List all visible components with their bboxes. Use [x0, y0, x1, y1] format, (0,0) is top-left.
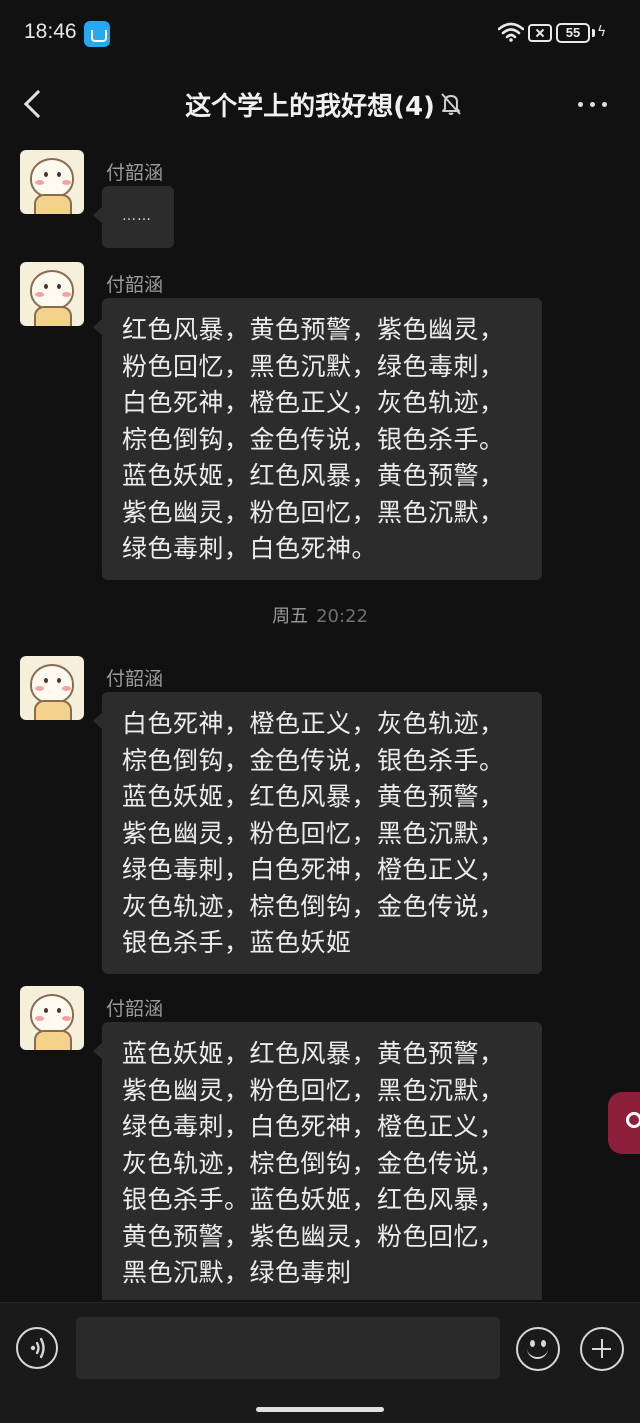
avatar-face	[30, 664, 74, 704]
avatar-blush	[62, 180, 71, 185]
avatar-blush	[62, 1016, 71, 1021]
charging-icon: ϟ	[597, 24, 607, 40]
avatar-face	[30, 158, 74, 198]
avatar-blush	[35, 180, 44, 185]
battery-icon: 55	[556, 23, 590, 43]
chat-title: 这个学上的我好想(4)	[0, 86, 640, 123]
assistant-icon	[626, 1112, 640, 1128]
status-time: 18:46	[24, 20, 77, 43]
avatar-body	[34, 700, 72, 720]
avatar[interactable]	[20, 262, 84, 326]
avatar-eye	[57, 1008, 61, 1013]
avatar-face	[30, 994, 74, 1034]
bag-icon	[84, 21, 110, 47]
avatar-body	[34, 1030, 72, 1050]
avatar[interactable]	[20, 150, 84, 214]
voice-icon	[30, 1337, 45, 1359]
message-list[interactable]: 付韶涵 …… 付韶涵 红色风暴，黄色预警，紫色幽灵， 粉色回忆，黑色沉默，绿色毒…	[0, 144, 640, 1300]
avatar-eye	[44, 172, 48, 177]
avatar-eye	[44, 1008, 48, 1013]
dot	[590, 102, 595, 107]
message-bubble[interactable]: 蓝色妖姬，红色风暴，黄色预警， 紫色幽灵，粉色回忆，黑色沉默， 绿色毒刺，白色死…	[93, 1022, 542, 1300]
input-bar	[0, 1302, 640, 1423]
mute-bell-icon	[441, 93, 461, 115]
emoji-mouth	[527, 1345, 548, 1359]
avatar-body	[34, 306, 72, 326]
battery-cap	[592, 29, 595, 37]
more-options-button[interactable]	[576, 92, 612, 116]
sender-name: 付韶涵	[106, 274, 164, 296]
wifi-icon	[498, 22, 524, 42]
avatar-eye	[44, 678, 48, 683]
avatar-eye	[57, 284, 61, 289]
message-text: 白色死神，橙色正义，灰色轨迹， 棕色倒钩，金色传说，银色杀手。 蓝色妖姬，红色风…	[122, 709, 505, 957]
timestamp-day: 周五	[272, 606, 309, 627]
avatar-blush	[35, 686, 44, 691]
sender-name: 付韶涵	[106, 162, 164, 184]
message-bubble[interactable]: 白色死神，橙色正义，灰色轨迹， 棕色倒钩，金色传说，银色杀手。 蓝色妖姬，红色风…	[93, 692, 542, 974]
avatar-face	[30, 270, 74, 310]
more-actions-plus-button[interactable]	[580, 1327, 624, 1371]
avatar-blush	[35, 292, 44, 297]
emoji-button[interactable]	[516, 1327, 560, 1371]
message-text: ……	[122, 208, 152, 224]
chat-title-text: 这个学上的我好想(4)	[185, 92, 435, 122]
avatar-blush	[62, 292, 71, 297]
sender-name: 付韶涵	[106, 998, 164, 1020]
dot	[578, 102, 583, 107]
status-bar: 18:46 55 ϟ	[0, 0, 640, 64]
message-bubble[interactable]: ……	[93, 186, 174, 248]
avatar-body	[34, 194, 72, 214]
avatar-eye	[44, 284, 48, 289]
sender-name: 付韶涵	[106, 668, 164, 690]
no-sim-icon	[528, 24, 552, 42]
message-text: 蓝色妖姬，红色风暴，黄色预警， 紫色幽灵，粉色回忆，黑色沉默， 绿色毒刺，白色死…	[122, 1039, 505, 1287]
voice-button[interactable]	[16, 1327, 58, 1369]
avatar[interactable]	[20, 986, 84, 1050]
home-indicator[interactable]	[256, 1407, 384, 1412]
avatar-blush	[35, 1016, 44, 1021]
floating-assistant-tab[interactable]	[608, 1092, 640, 1154]
message-text: 红色风暴，黄色预警，紫色幽灵， 粉色回忆，黑色沉默，绿色毒刺， 白色死神，橙色正…	[122, 315, 505, 563]
timestamp-divider: 周五 20:22	[0, 602, 640, 628]
avatar-blush	[62, 686, 71, 691]
message-bubble[interactable]: 红色风暴，黄色预警，紫色幽灵， 粉色回忆，黑色沉默，绿色毒刺， 白色死神，橙色正…	[93, 298, 542, 580]
dot	[602, 102, 607, 107]
timestamp-time: 20:22	[316, 606, 368, 627]
avatar-eye	[57, 172, 61, 177]
chat-header: 这个学上的我好想(4)	[0, 64, 640, 144]
avatar[interactable]	[20, 656, 84, 720]
avatar-eye	[57, 678, 61, 683]
message-input[interactable]	[76, 1317, 500, 1379]
